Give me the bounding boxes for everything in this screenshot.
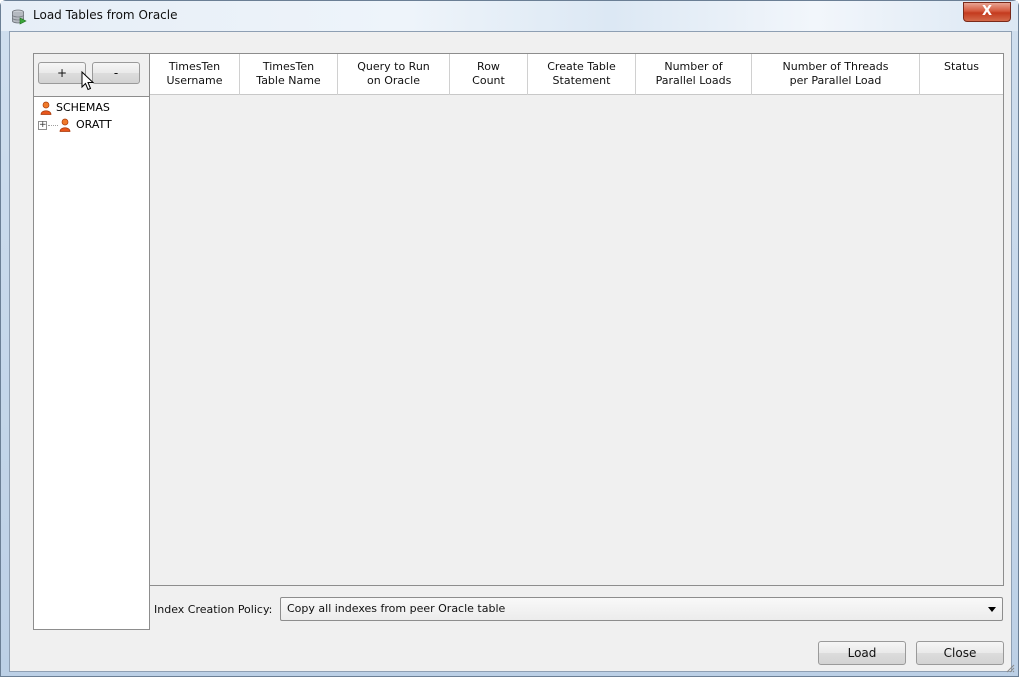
schema-tree[interactable]: SCHEMAS + ORATT	[34, 96, 149, 629]
window-close-button[interactable]: X	[963, 2, 1011, 22]
schema-panel: + - SCHEMAS + ORATT	[33, 53, 150, 630]
column-header-timesten-table-name[interactable]: TimesTen Table Name	[240, 54, 338, 95]
database-load-icon	[12, 9, 27, 25]
resize-grip-icon[interactable]	[1005, 663, 1015, 673]
tree-item-label: ORATT	[76, 118, 112, 131]
chevron-down-icon[interactable]	[988, 607, 996, 612]
user-icon	[59, 118, 71, 132]
column-header-threads-per-load[interactable]: Number of Threads per Parallel Load	[752, 54, 920, 95]
tree-item-schemas[interactable]: SCHEMAS	[40, 100, 140, 116]
tree-item-label: SCHEMAS	[56, 101, 110, 114]
user-icon	[40, 101, 52, 115]
expand-icon[interactable]: +	[38, 121, 47, 130]
close-button-label: Close	[943, 646, 977, 660]
column-header-status[interactable]: Status	[920, 54, 1003, 95]
tree-item-oratt[interactable]: + ORATT	[38, 117, 142, 133]
table-header: TimesTen Username TimesTen Table Name Qu…	[150, 54, 1003, 95]
index-policy-select[interactable]: Copy all indexes from peer Oracle table	[280, 597, 1003, 621]
column-header-row-count[interactable]: Row Count	[450, 54, 528, 95]
dialog-window: Load Tables from Oracle X + - SCHEMAS +	[0, 0, 1019, 677]
column-header-query-on-oracle[interactable]: Query to Run on Oracle	[338, 54, 450, 95]
index-policy-label: Index Creation Policy:	[154, 603, 273, 616]
tree-connector	[48, 125, 58, 126]
close-button[interactable]: Close	[916, 641, 1004, 665]
column-header-create-table-statement[interactable]: Create Table Statement	[528, 54, 636, 95]
remove-button[interactable]: -	[92, 62, 140, 84]
window-title: Load Tables from Oracle	[33, 8, 178, 22]
load-button-label: Load	[847, 646, 877, 660]
column-header-timesten-username[interactable]: TimesTen Username	[150, 54, 240, 95]
index-policy-value: Copy all indexes from peer Oracle table	[287, 602, 506, 615]
add-button[interactable]: +	[38, 62, 86, 84]
load-button[interactable]: Load	[818, 641, 906, 665]
column-header-parallel-loads[interactable]: Number of Parallel Loads	[636, 54, 752, 95]
title-bar[interactable]: Load Tables from Oracle X	[1, 1, 1018, 31]
load-tables-grid[interactable]: TimesTen Username TimesTen Table Name Qu…	[149, 53, 1004, 586]
mouse-cursor-icon	[81, 71, 95, 91]
